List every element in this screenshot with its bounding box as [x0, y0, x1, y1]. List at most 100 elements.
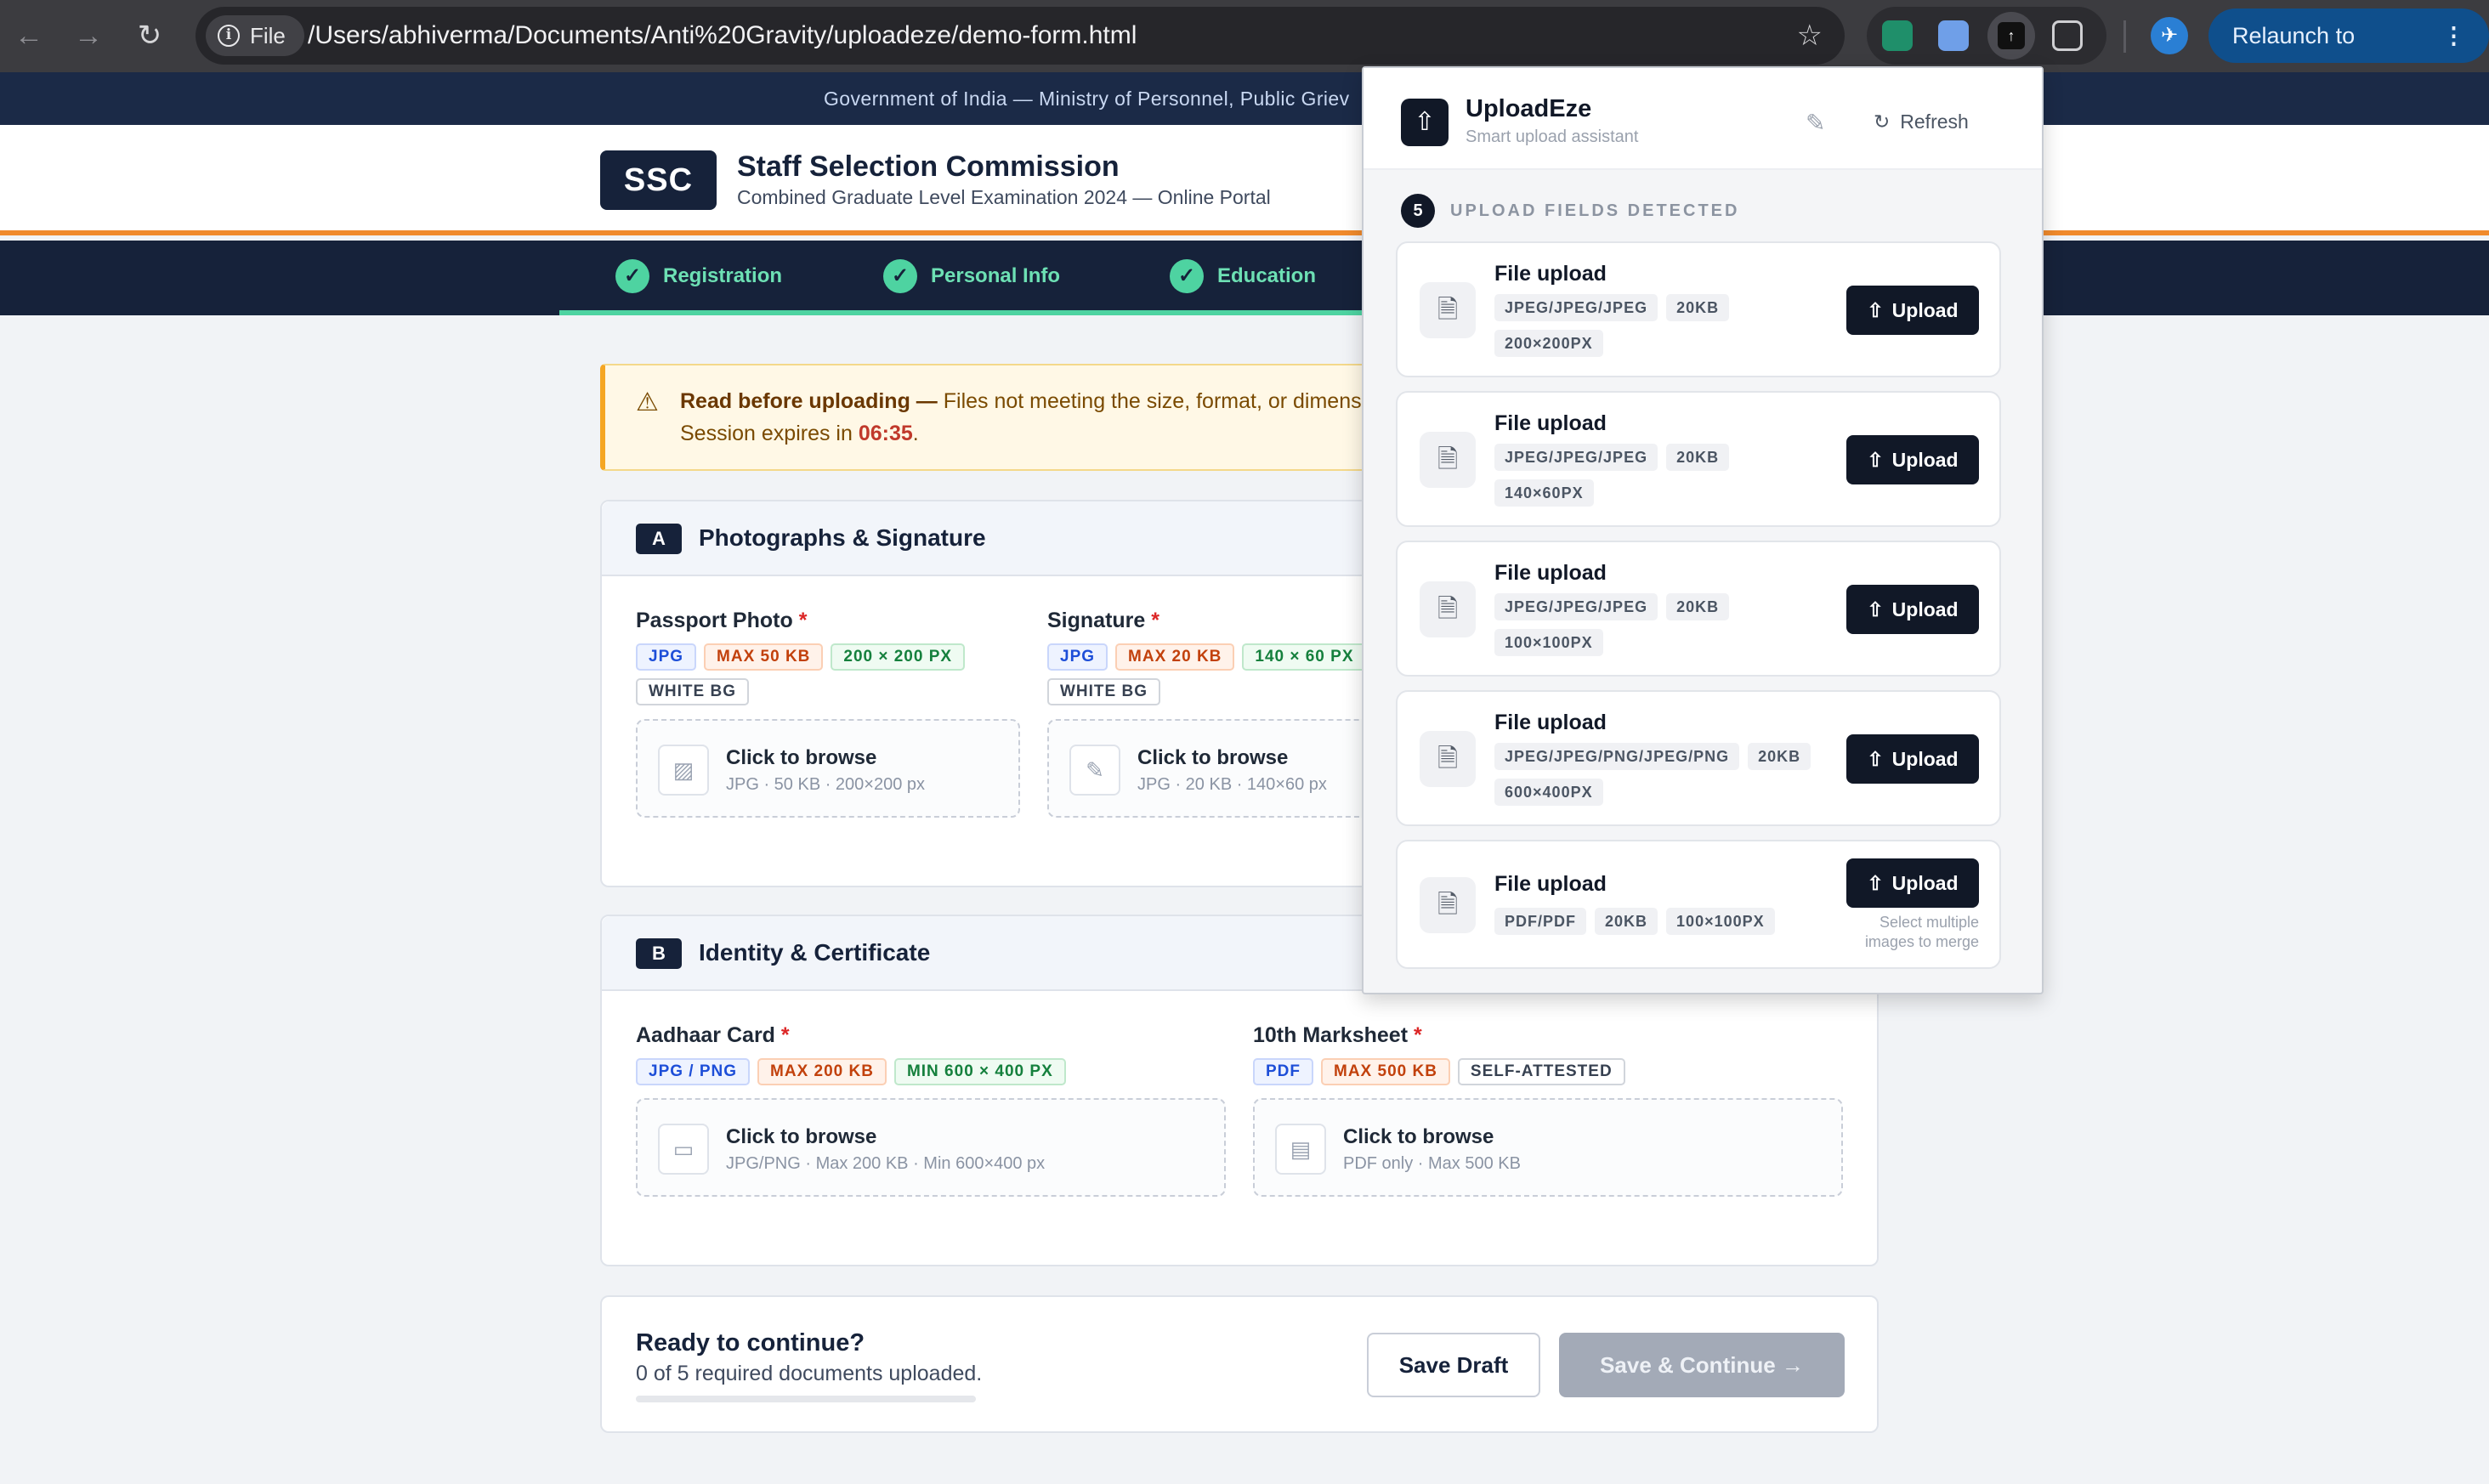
upload-progress-bar — [636, 1396, 976, 1402]
upload-button[interactable]: ⇧ Upload — [1846, 858, 1979, 908]
marksheet-dropzone[interactable]: ▤ Click to browse PDF only · Max 500 KB — [1253, 1098, 1843, 1197]
field-label-text: Aadhaar Card — [636, 1023, 775, 1047]
address-bar[interactable]: i File /Users/abhiverma/Documents/Anti%2… — [196, 7, 1845, 65]
upload-card-title: File upload — [1494, 411, 1607, 435]
step-label: Registration — [663, 264, 783, 287]
size-tag: 20KB — [1595, 908, 1658, 935]
detected-count-badge: 5 — [1401, 194, 1435, 228]
puzzle-extensions-icon[interactable] — [2052, 20, 2083, 51]
aadhaar-card-dropzone[interactable]: ▭ Click to browse JPG/PNG · Max 200 KB ·… — [636, 1098, 1226, 1197]
format-tag: JPEG/JPEG/JPEG — [1494, 294, 1658, 321]
relaunch-button[interactable]: Relaunch to update ⋮ — [2208, 8, 2489, 103]
upload-field-card: 🗎 File upload PDF/PDF 20KB 100×100PX ⇧ Up… — [1396, 840, 2001, 969]
document-icon: ▤ — [1275, 1124, 1326, 1175]
upload-button[interactable]: ⇧ Upload — [1846, 286, 1979, 335]
field-tags: PDF MAX 500 KB SELF-ATTESTED — [1253, 1058, 1848, 1085]
government-banner: Government of India — Ministry of Person… — [0, 72, 2489, 125]
uploadeze-extension-button[interactable]: ↑ — [1987, 12, 2035, 59]
upload-field-card: 🗎 File upload JPEG/JPEG/JPEG 20KB 200×20… — [1396, 241, 2001, 377]
url-text[interactable]: /Users/abhiverma/Documents/Anti%20Gravit… — [308, 7, 1137, 65]
attestation-tag: SELF-ATTESTED — [1457, 1058, 1625, 1085]
browser-toolbar: ← → ↻ i File /Users/abhiverma/Documents/… — [0, 0, 2489, 103]
step-personal-info[interactable]: ✓ Personal Info — [883, 259, 1060, 293]
dimension-tag: 140 × 60 PX — [1242, 643, 1367, 671]
dimension-tag: 100×100PX — [1666, 908, 1775, 935]
marksheet-field: 10th Marksheet * PDF MAX 500 KB SELF-ATT… — [1253, 1023, 1848, 1085]
profile-avatar-icon[interactable]: ✈ — [2151, 17, 2188, 54]
size-tag: 20KB — [1748, 743, 1811, 770]
dimension-tag: 200×200PX — [1494, 330, 1603, 357]
passport-photo-dropzone[interactable]: ▨ Click to browse JPG · 50 KB · 200×200 … — [636, 719, 1020, 818]
upload-button-label: Upload — [1891, 598, 1959, 620]
field-label-text: Passport Photo — [636, 609, 793, 632]
warning-triangle-icon: ⚠ — [636, 388, 659, 416]
step-registration[interactable]: ✓ Registration — [615, 259, 782, 293]
back-arrow-icon[interactable]: ← — [9, 15, 49, 56]
format-tag: PDF/PDF — [1494, 908, 1587, 935]
organization-name: Staff Selection Commission — [737, 150, 1120, 183]
dimension-tag: 100×100PX — [1494, 629, 1603, 656]
upload-field-card: 🗎 File upload JPEG/JPEG/JPEG 20KB 100×10… — [1396, 541, 2001, 677]
upload-status-text: 0 of 5 required documents uploaded. — [636, 1362, 983, 1385]
upload-icon: ⇧ — [1401, 99, 1449, 146]
extension-copy-icon[interactable] — [1938, 20, 1969, 51]
upload-field-card: 🗎 File upload JPEG/JPEG/JPEG 20KB 140×60… — [1396, 391, 2001, 527]
dropzone-title: Click to browse — [726, 1125, 877, 1148]
detected-count-label: UPLOAD FIELDS DETECTED — [1450, 201, 1740, 220]
warning-body-text: Files not meeting the size, format, or d… — [937, 389, 1362, 413]
format-tag: JPG / PNG — [636, 1058, 751, 1085]
checkmark-icon: ✓ — [615, 259, 649, 293]
upload-card-tags: JPEG/JPEG/PNG/JPEG/PNG 20KB 600×400PX — [1494, 743, 1834, 806]
upload-icon: ⇧ — [1867, 871, 1884, 894]
upload-card-tags: JPEG/JPEG/JPEG 20KB 140×60PX — [1494, 444, 1834, 507]
file-image-icon: 🗎 — [1420, 731, 1476, 787]
size-tag: 20KB — [1666, 593, 1730, 620]
size-tag: 20KB — [1666, 444, 1730, 471]
file-chip-label: File — [250, 23, 286, 48]
bookmark-star-icon[interactable]: ☆ — [1797, 7, 1823, 65]
field-label-text: Signature — [1047, 609, 1146, 632]
organization-subtitle: Combined Graduate Level Examination 2024… — [737, 186, 1271, 208]
upload-button[interactable]: ⇧ Upload — [1846, 435, 1979, 484]
field-label: Aadhaar Card * — [636, 1023, 1231, 1048]
forward-arrow-icon[interactable]: → — [68, 15, 109, 56]
upload-button[interactable]: ⇧ Upload — [1846, 734, 1979, 784]
extension-book-icon[interactable] — [1882, 20, 1913, 51]
site-info-chip[interactable]: i File — [206, 15, 304, 56]
step-education[interactable]: ✓ Education — [1170, 259, 1316, 293]
required-asterisk: * — [798, 609, 808, 632]
refresh-button[interactable]: ↻ Refresh — [1874, 110, 1969, 133]
reload-icon[interactable]: ↻ — [129, 15, 170, 56]
warning-text: Read before uploading — Files not meetin… — [680, 389, 1362, 414]
field-label: Signature * — [1047, 609, 1387, 633]
kebab-menu-icon[interactable]: ⋮ — [2442, 8, 2465, 63]
popup-app-name: UploadEze — [1466, 95, 1592, 122]
dropzone-title: Click to browse — [1343, 1125, 1494, 1148]
relaunch-label: Relaunch to update — [2232, 23, 2356, 103]
refresh-label: Refresh — [1900, 110, 1969, 133]
upload-card-title: File upload — [1494, 262, 1607, 286]
dimension-tag: 140×60PX — [1494, 479, 1594, 507]
upload-card-title: File upload — [1494, 872, 1607, 896]
upload-icon: ⇧ — [1867, 448, 1884, 471]
session-time: 06:35 — [858, 422, 913, 445]
upload-button[interactable]: ⇧ Upload — [1846, 585, 1979, 634]
toolbar-divider — [2123, 20, 2126, 53]
save-draft-button[interactable]: Save Draft — [1367, 1333, 1540, 1397]
size-tag: MAX 20 KB — [1115, 643, 1235, 671]
dropzone-subtitle: JPG · 20 KB · 140×60 px — [1137, 775, 1327, 794]
uploadeze-extension-icon: ↑ — [1998, 22, 2025, 49]
save-continue-button[interactable]: Save & Continue → — [1559, 1333, 1845, 1397]
upload-icon: ⇧ — [1867, 598, 1884, 620]
upload-icon: ⇧ — [1867, 747, 1884, 770]
government-banner-text: Government of India — Ministry of Person… — [824, 88, 1350, 110]
upload-card-tags: JPEG/JPEG/JPEG 20KB 100×100PX — [1494, 593, 1834, 656]
section-letter-badge: A — [636, 524, 682, 554]
format-tag: JPEG/JPEG/PNG/JPEG/PNG — [1494, 743, 1740, 770]
pencil-icon[interactable]: ✎ — [1806, 109, 1825, 137]
session-prefix: Session expires in — [680, 422, 859, 445]
passport-photo-field: Passport Photo * JPG MAX 50 KB 200 × 200… — [636, 609, 1027, 705]
size-tag: MAX 50 KB — [704, 643, 824, 671]
step-label: Education — [1217, 264, 1317, 287]
section-letter-badge: B — [636, 938, 682, 969]
